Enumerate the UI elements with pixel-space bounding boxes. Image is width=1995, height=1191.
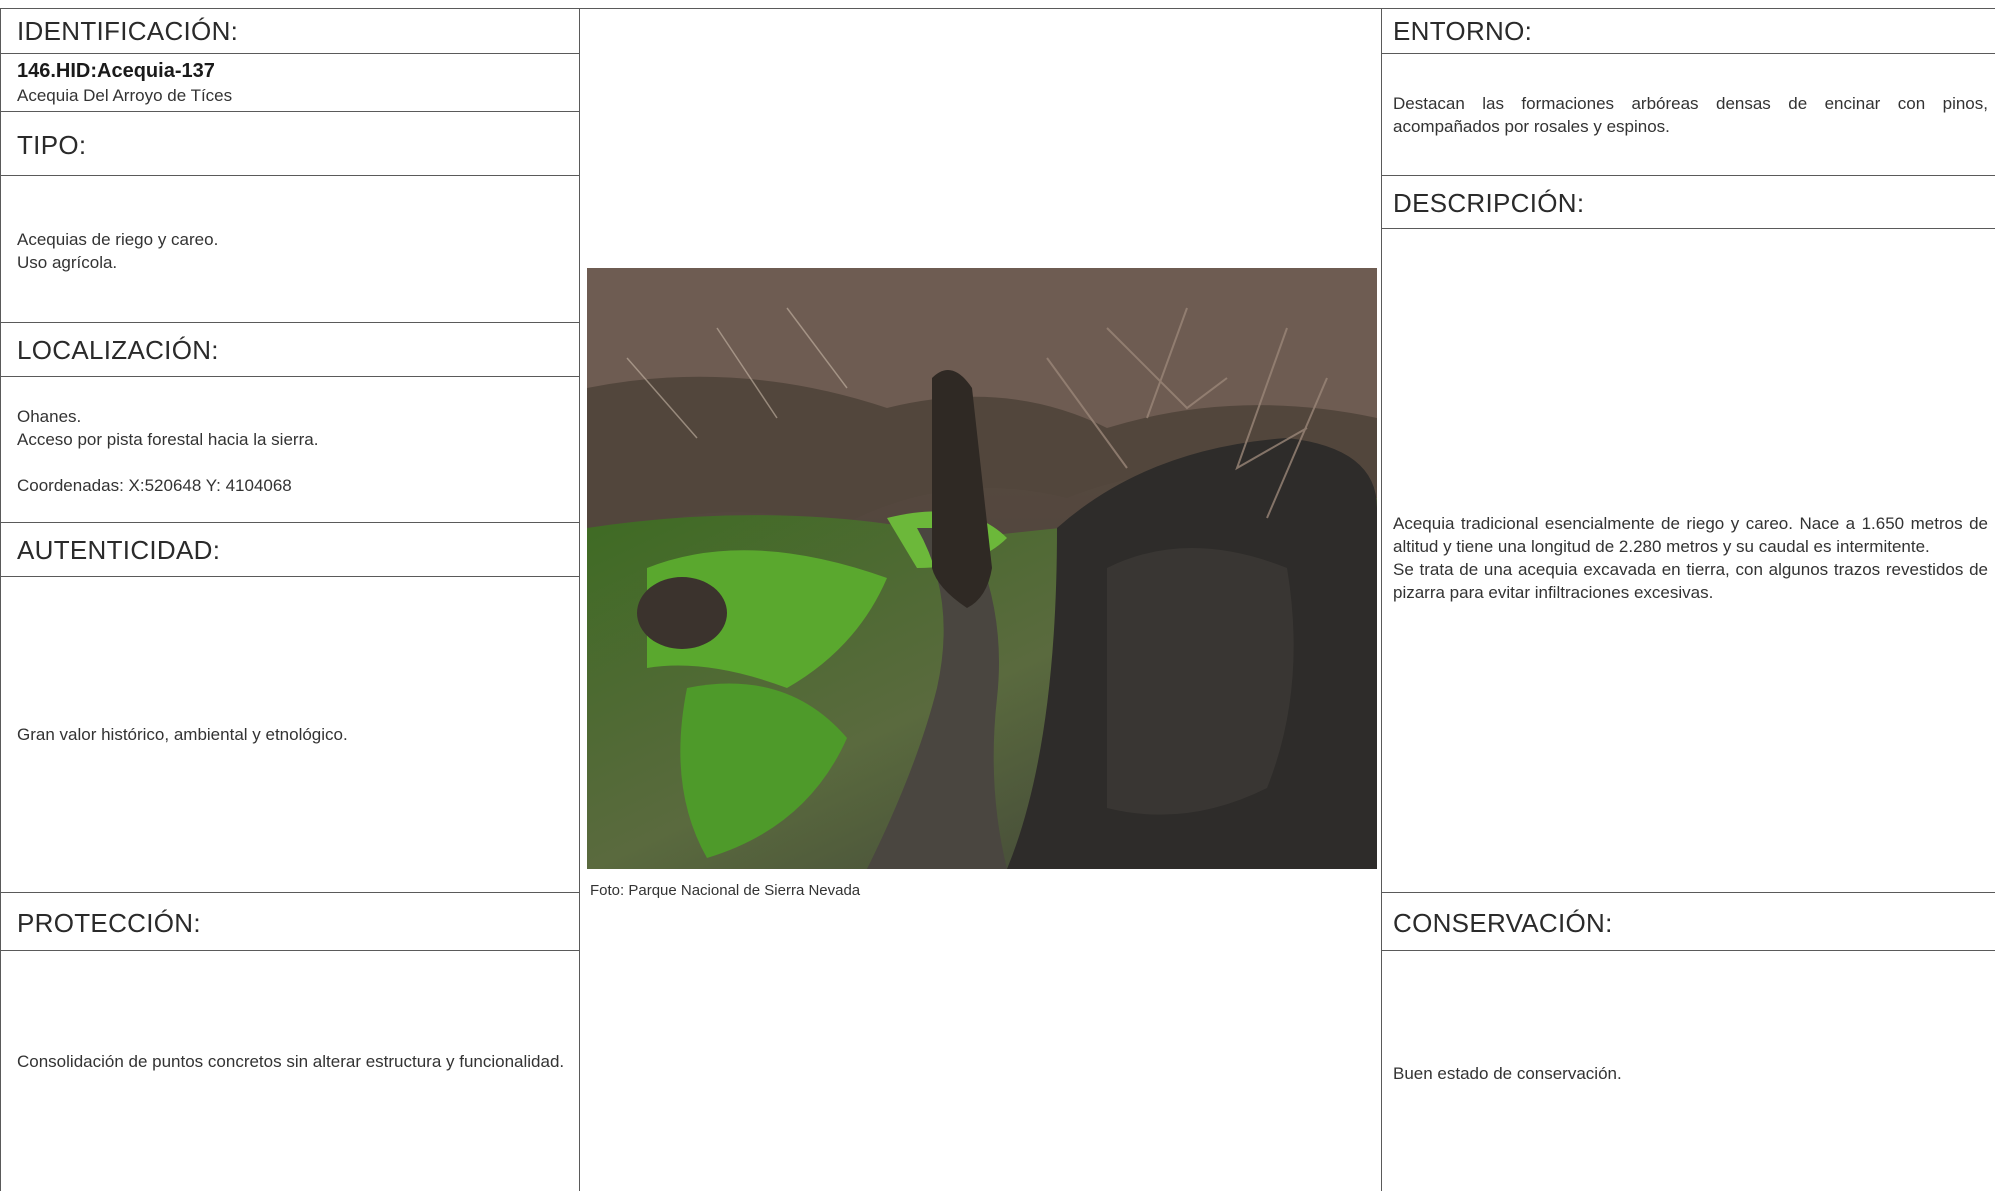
divider [1381, 175, 1995, 176]
divider [0, 111, 580, 112]
top-border [0, 8, 1995, 9]
left-border [0, 8, 1, 1191]
descripcion-paragraph-1: Acequia tradicional esencialmente de rie… [1393, 514, 1988, 556]
divider [0, 376, 580, 377]
conservacion-text: Buen estado de conservación. [1393, 1064, 1622, 1083]
divider [1381, 892, 1995, 893]
localizacion-heading: LOCALIZACIÓN: [17, 335, 219, 365]
proteccion-text: Consolidación de puntos concretos sin al… [17, 1052, 565, 1071]
column-divider-left [579, 8, 580, 1191]
divider [0, 576, 580, 577]
conservacion-heading: CONSERVACIÓN: [1393, 908, 1613, 938]
localizacion-municipality: Ohanes. [17, 407, 82, 426]
divider [0, 175, 580, 176]
photo-caption: Foto: Parque Nacional de Sierra Nevada [590, 882, 861, 899]
record-name: Acequia Del Arroyo de Tíces [17, 86, 233, 105]
entorno-heading: ENTORNO: [1393, 16, 1533, 46]
photo-illustration [587, 268, 1377, 869]
record-sheet: IDENTIFICACIÓN: 146.HID:Acequia-137 Aceq… [0, 8, 1995, 1191]
divider [1381, 950, 1995, 951]
descripcion-heading: DESCRIPCIÓN: [1393, 188, 1585, 218]
column-divider-right [1381, 8, 1382, 1191]
divider [0, 892, 580, 893]
descripcion-paragraph-2: Se trata de una acequia excavada en tier… [1393, 560, 1988, 602]
divider [0, 950, 580, 951]
proteccion-heading: PROTECCIÓN: [17, 908, 201, 938]
record-code: 146.HID:Acequia-137 [17, 60, 215, 82]
divider [1381, 228, 1995, 229]
tipo-heading: TIPO: [17, 130, 87, 160]
tipo-line-1: Acequias de riego y careo. [17, 230, 219, 249]
localizacion-coordinates: Coordenadas: X:520648 Y: 4104068 [17, 476, 292, 495]
divider [0, 53, 580, 54]
divider [1381, 53, 1995, 54]
divider [0, 522, 580, 523]
localizacion-access: Acceso por pista forestal hacia la sierr… [17, 430, 319, 449]
autenticidad-text: Gran valor histórico, ambiental y etnoló… [17, 725, 348, 744]
identificacion-heading: IDENTIFICACIÓN: [17, 16, 239, 46]
tipo-line-2: Uso agrícola. [17, 253, 118, 272]
entorno-text: Destacan las formaciones arbóreas densas… [1393, 94, 1988, 136]
acequia-photo [587, 268, 1377, 869]
autenticidad-heading: AUTENTICIDAD: [17, 535, 221, 565]
divider [0, 322, 580, 323]
